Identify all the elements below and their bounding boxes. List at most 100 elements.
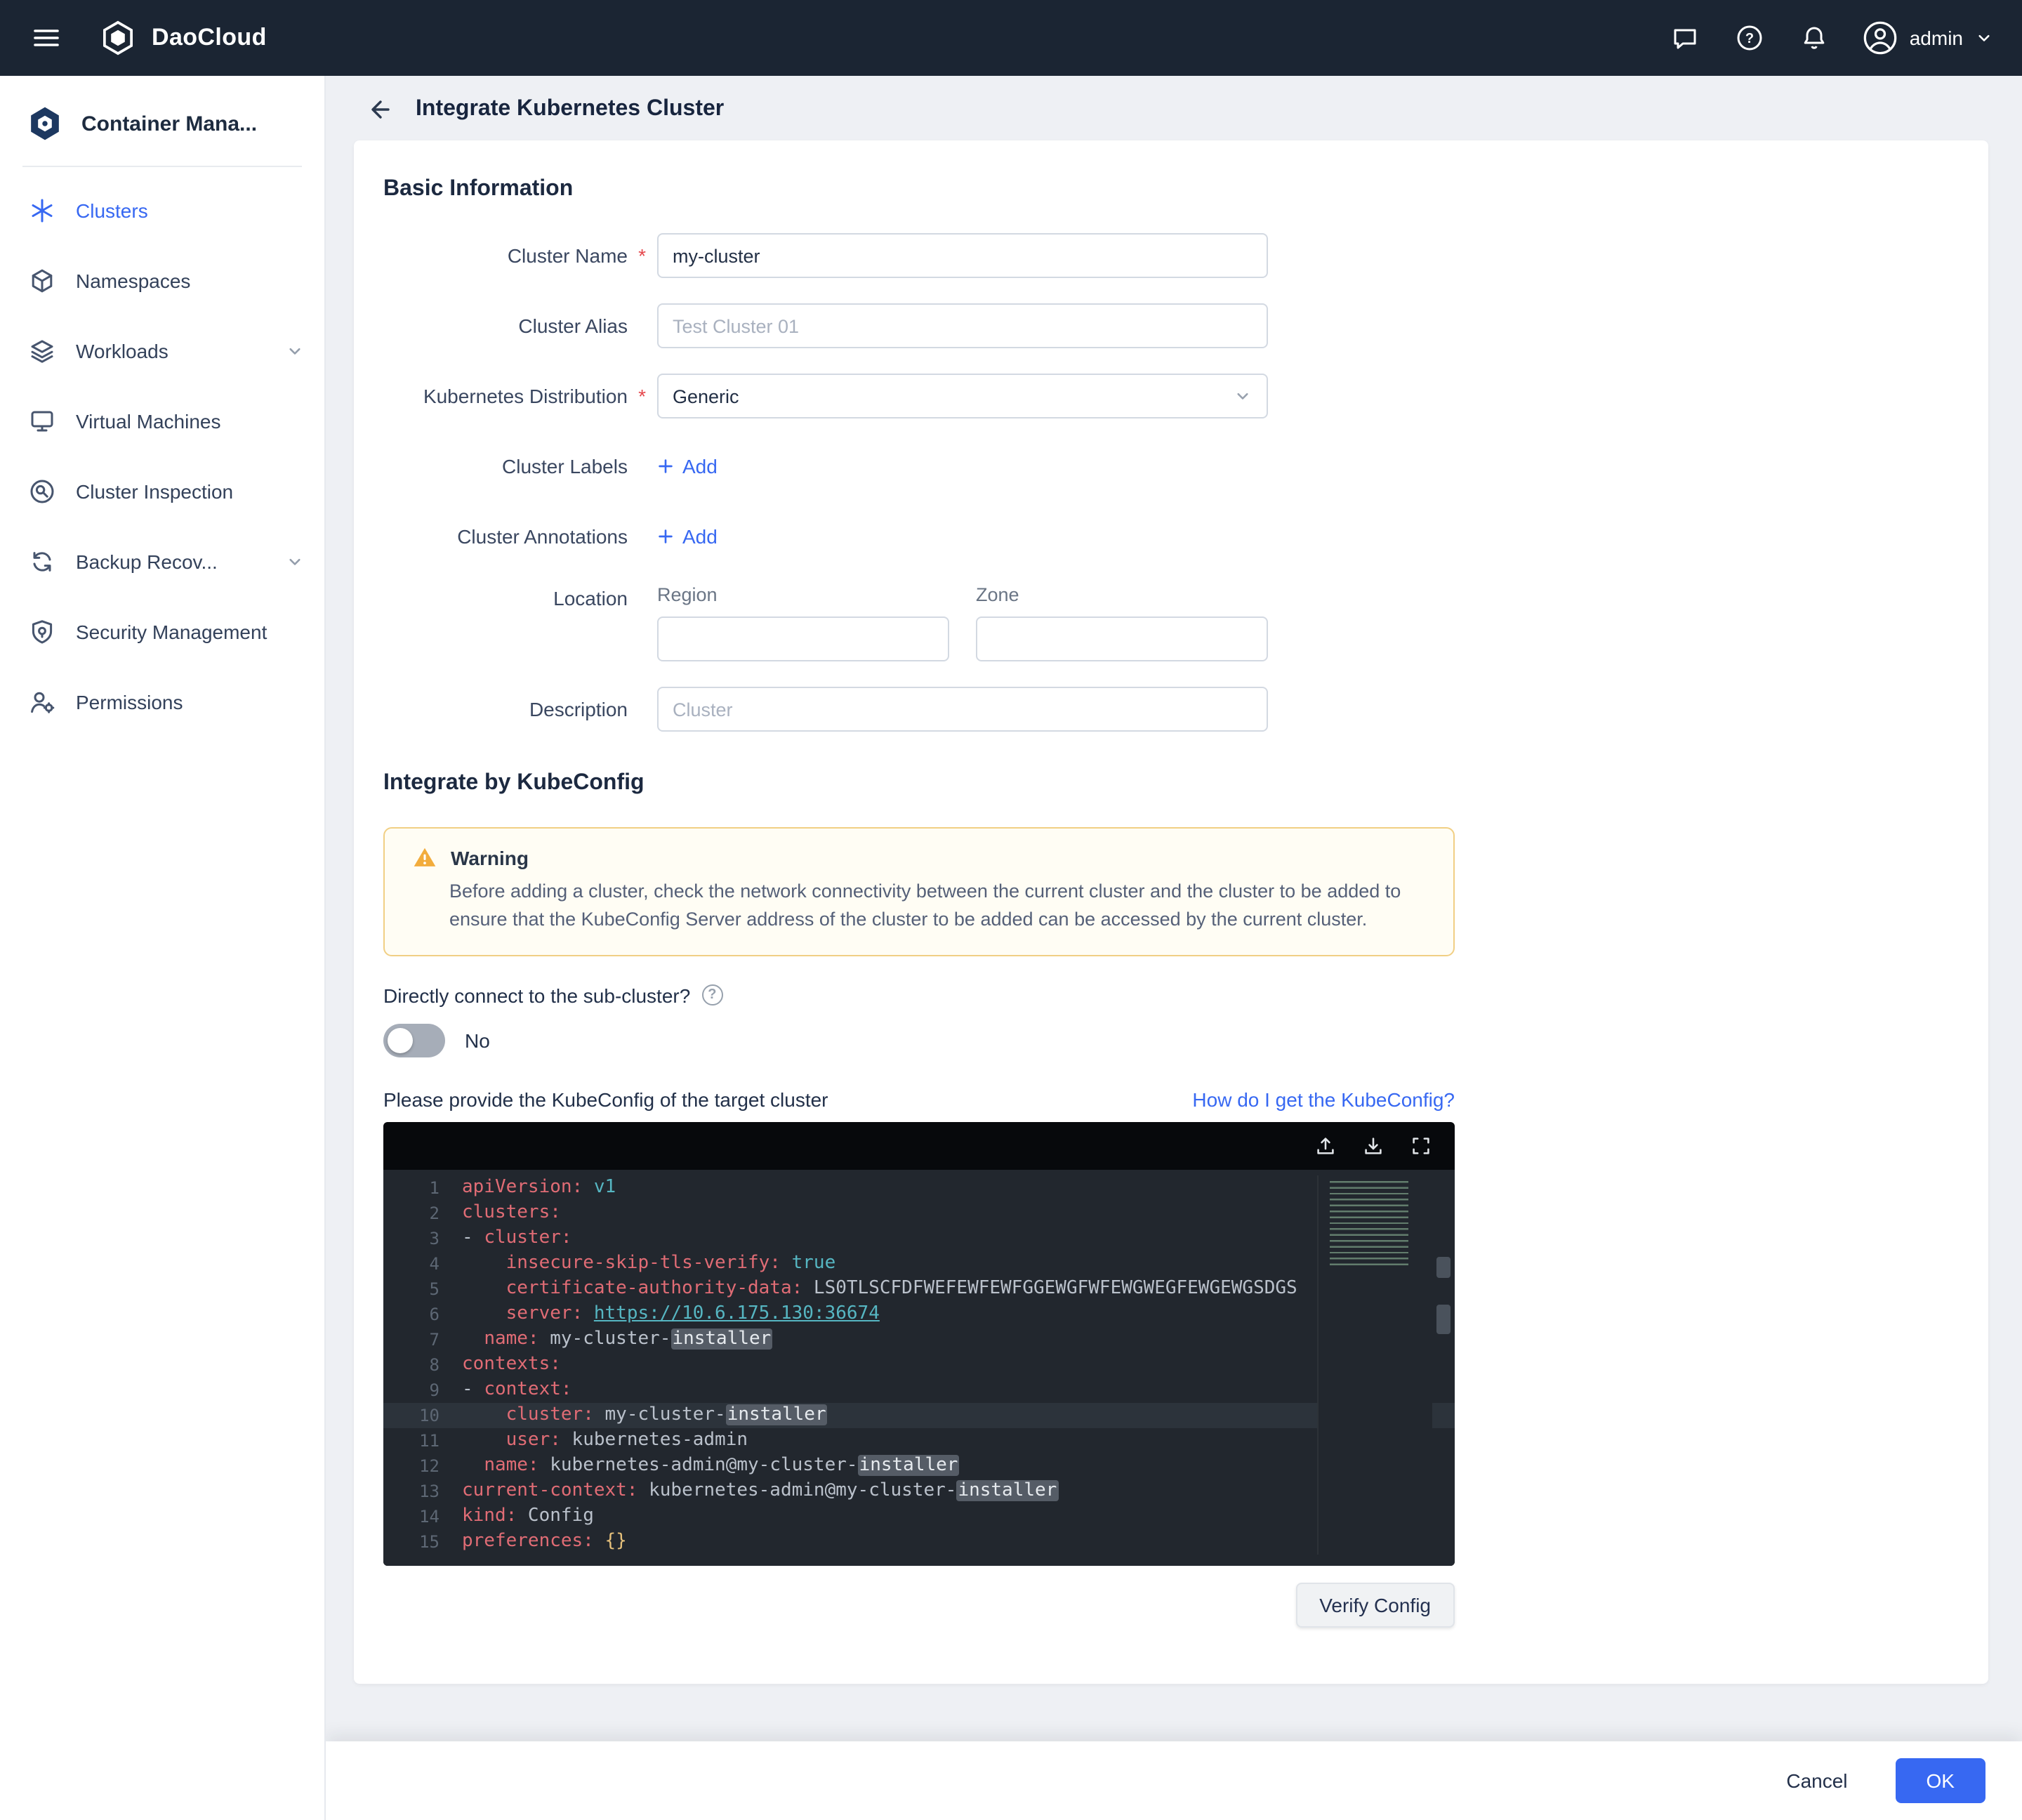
form-card: Basic Information Cluster Name* Cluster … <box>354 140 1988 1683</box>
permissions-icon <box>28 688 56 716</box>
brand[interactable]: DaoCloud <box>98 18 267 58</box>
cluster-alias-input[interactable] <box>657 303 1268 348</box>
warning-title: Warning <box>451 846 529 869</box>
code-line-1: 1apiVersion: v1 <box>383 1175 1455 1200</box>
kubeconfig-provide-row: Please provide the KubeConfig of the tar… <box>383 1088 1455 1110</box>
help-icon[interactable]: ? <box>1733 21 1766 55</box>
kubeconfig-code-area[interactable]: 1apiVersion: v12clusters:3- cluster:4 in… <box>383 1169 1455 1565</box>
zone-input[interactable] <box>976 616 1268 661</box>
section-title-kubeconfig: Integrate by KubeConfig <box>383 771 1988 796</box>
topbar-actions: ? admin <box>1668 20 1994 56</box>
distribution-label: Kubernetes Distribution* <box>383 374 628 418</box>
module-switcher[interactable]: Container Mana... <box>0 76 324 166</box>
location-label: Location <box>383 584 628 611</box>
sidebar-item-virtual-machines[interactable]: Virtual Machines <box>0 386 324 456</box>
divider <box>22 166 302 167</box>
code-line-13: 13current-context: kubernetes-admin@my-c… <box>383 1478 1455 1503</box>
sidebar-item-workloads[interactable]: Workloads <box>0 316 324 386</box>
region-input[interactable] <box>657 616 949 661</box>
distribution-row: Kubernetes Distribution* Generic <box>383 374 1988 418</box>
code-line-9: 9- context: <box>383 1377 1455 1402</box>
cluster-labels-row: Cluster Labels Add <box>383 444 1988 489</box>
direct-connect-toggle[interactable] <box>383 1023 445 1057</box>
chevron-down-icon <box>285 341 305 361</box>
back-button[interactable] <box>365 95 393 124</box>
fullscreen-icon[interactable] <box>1410 1134 1432 1156</box>
cluster-inspection-icon <box>28 477 56 506</box>
code-line-10: 10 cluster: my-cluster-installer <box>383 1402 1455 1427</box>
provide-label: Please provide the KubeConfig of the tar… <box>383 1088 828 1110</box>
container-management-logo-icon <box>25 104 65 143</box>
backup-recovery-icon <box>28 548 56 576</box>
daocloud-logo-icon <box>98 18 138 58</box>
workloads-icon <box>28 337 56 365</box>
sidebar-item-label: Backup Recov... <box>76 550 218 573</box>
chevron-down-icon <box>285 552 305 572</box>
editor-toolbar <box>383 1121 1455 1169</box>
sidebar-item-namespaces[interactable]: Namespaces <box>0 246 324 316</box>
distribution-value: Generic <box>673 385 739 407</box>
topbar: DaoCloud ? admin <box>0 0 2022 76</box>
code-line-2: 2clusters: <box>383 1200 1455 1225</box>
editor-scrollbar-thumb[interactable] <box>1436 1304 1451 1333</box>
namespaces-icon <box>28 267 56 295</box>
sidebar-item-permissions[interactable]: Permissions <box>0 667 324 737</box>
description-label: Description <box>383 687 628 732</box>
page-title: Integrate Kubernetes Cluster <box>416 97 724 122</box>
warning-text: Before adding a cluster, check the netwo… <box>449 878 1425 935</box>
user-menu[interactable]: admin <box>1862 20 1994 56</box>
code-line-12: 12 name: kubernetes-admin@my-cluster-ins… <box>383 1453 1455 1478</box>
cluster-annotations-row: Cluster Annotations Add <box>383 514 1988 559</box>
main-area: Integrate Kubernetes Cluster Basic Infor… <box>326 76 2022 1820</box>
direct-connect-row: Directly connect to the sub-cluster? ? <box>383 984 1988 1006</box>
virtual-machines-icon <box>28 407 56 435</box>
page-header: Integrate Kubernetes Cluster <box>326 76 2022 140</box>
add-label-button[interactable]: Add <box>657 444 718 489</box>
editor-scrollbar-thumb[interactable] <box>1436 1256 1451 1277</box>
upload-icon[interactable] <box>1314 1134 1337 1156</box>
sidebar-item-backup-recov[interactable]: Backup Recov... <box>0 527 324 597</box>
verify-config-button[interactable]: Verify Config <box>1295 1582 1455 1627</box>
message-icon[interactable] <box>1668 21 1702 55</box>
sidebar-item-security-management[interactable]: Security Management <box>0 597 324 667</box>
add-annotation-button[interactable]: Add <box>657 514 718 559</box>
download-icon[interactable] <box>1362 1134 1385 1156</box>
question-circle-icon[interactable]: ? <box>701 984 722 1005</box>
code-line-14: 14kind: Config <box>383 1503 1455 1529</box>
cluster-alias-row: Cluster Alias <box>383 303 1988 348</box>
kubeconfig-help-link[interactable]: How do I get the KubeConfig? <box>1192 1088 1455 1110</box>
verify-row: Verify Config <box>383 1582 1455 1627</box>
description-row: Description <box>383 687 1988 732</box>
bell-icon[interactable] <box>1797 21 1831 55</box>
sidebar-item-label: Namespaces <box>76 270 190 292</box>
username: admin <box>1910 27 1963 49</box>
direct-connect-toggle-row: No <box>383 1023 1988 1057</box>
region-label: Region <box>657 584 949 605</box>
code-line-8: 8contexts: <box>383 1352 1455 1377</box>
code-line-15: 15preferences: {} <box>383 1529 1455 1554</box>
kubeconfig-section: Integrate by KubeConfig Warning Before a… <box>383 771 1988 1627</box>
sidebar-item-label: Permissions <box>76 691 183 713</box>
cluster-name-input[interactable] <box>657 233 1268 278</box>
code-line-5: 5 certificate-authority-data: LS0TLSCFDF… <box>383 1276 1455 1301</box>
hamburger-menu[interactable] <box>28 20 65 56</box>
description-input[interactable] <box>657 687 1268 732</box>
cancel-button[interactable]: Cancel <box>1786 1769 1847 1792</box>
code-line-3: 3- cluster: <box>383 1225 1455 1251</box>
sidebar-item-label: Clusters <box>76 199 148 222</box>
code-line-11: 11 user: kubernetes-admin <box>383 1427 1455 1453</box>
sidebar: Container Mana... Clusters Namespaces Work… <box>0 76 326 1820</box>
cluster-alias-label: Cluster Alias <box>383 303 628 348</box>
warning-icon <box>413 845 437 869</box>
code-line-7: 7 name: my-cluster-installer <box>383 1326 1455 1352</box>
ok-button[interactable]: OK <box>1896 1758 1985 1803</box>
sidebar-item-cluster-inspection[interactable]: Cluster Inspection <box>0 456 324 527</box>
module-title: Container Mana... <box>81 112 257 136</box>
sidebar-item-label: Security Management <box>76 621 267 643</box>
code-line-4: 4 insecure-skip-tls-verify: true <box>383 1251 1455 1276</box>
distribution-select[interactable]: Generic <box>657 374 1268 418</box>
sidebar-item-label: Virtual Machines <box>76 410 221 433</box>
sidebar-item-clusters[interactable]: Clusters <box>0 176 324 246</box>
warning-box: Warning Before adding a cluster, check t… <box>383 827 1455 956</box>
sidebar-item-label: Cluster Inspection <box>76 480 233 503</box>
